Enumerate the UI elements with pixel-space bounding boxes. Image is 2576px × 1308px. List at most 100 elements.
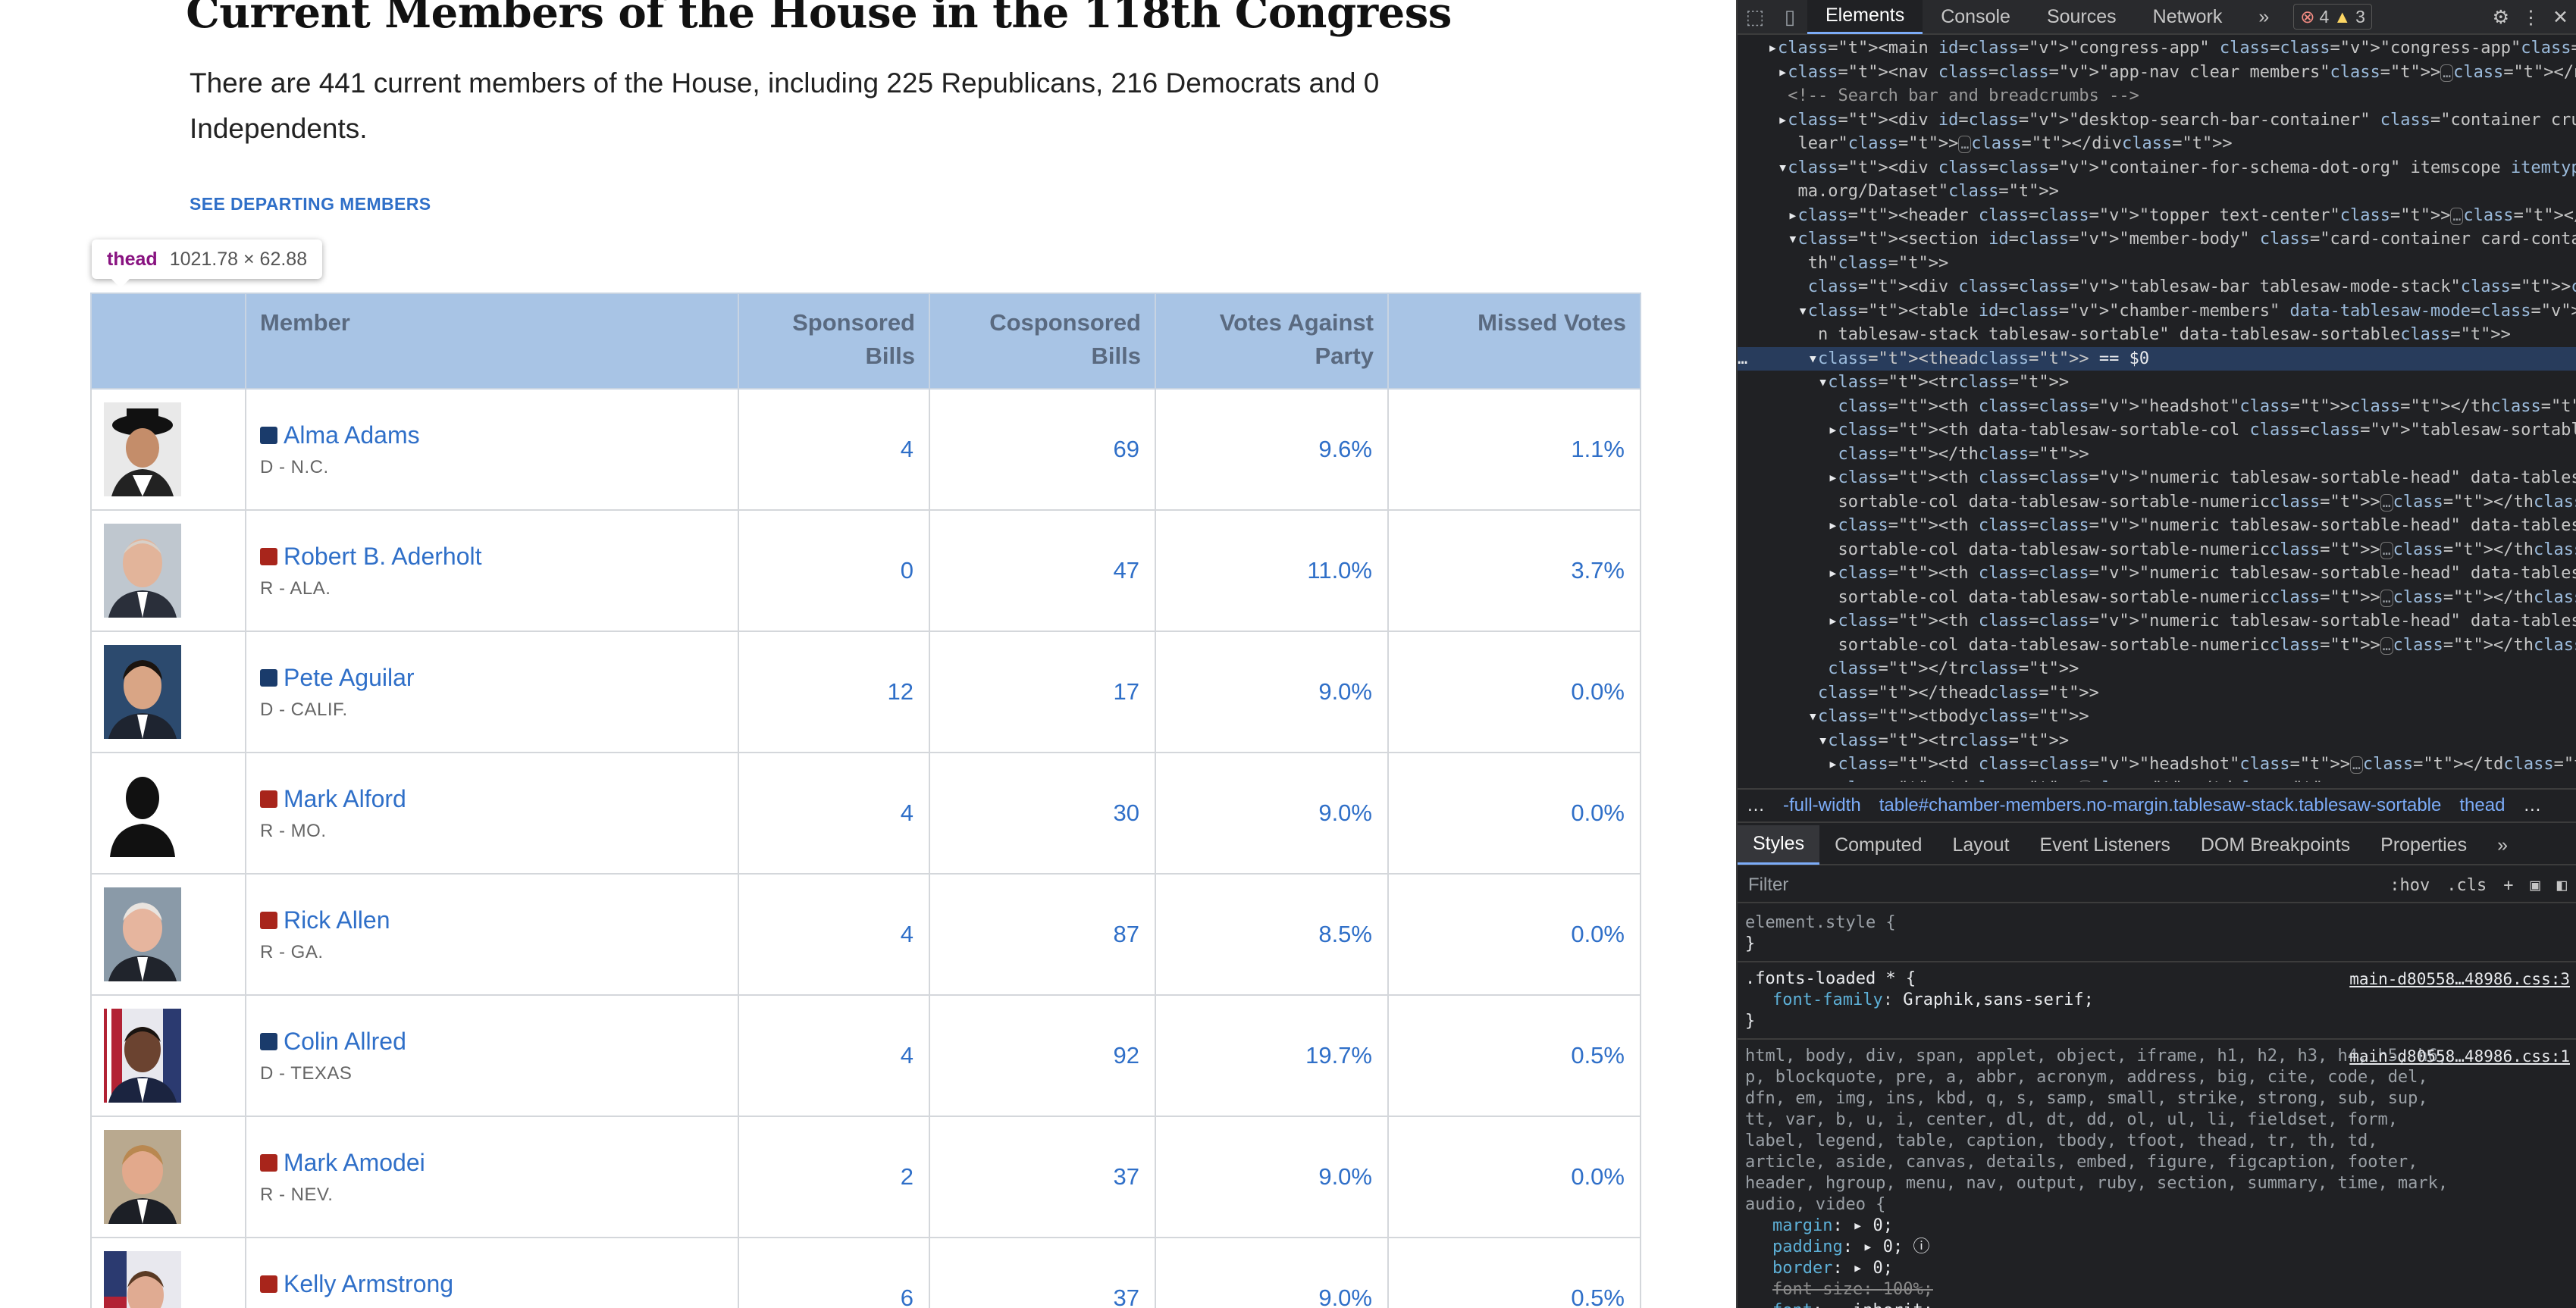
missed-votes-cell[interactable]: 0.0%	[1387, 873, 1641, 996]
votes-against-party-cell[interactable]: 9.0%	[1155, 1237, 1389, 1308]
dom-node[interactable]: ▸class="t"><th data-tablesaw-sortable-co…	[1738, 418, 2576, 443]
css-declaration[interactable]: font: ▸ inherit;	[1745, 1300, 2570, 1308]
issues-badge[interactable]: ⊗ 4 ▲ 3	[2293, 4, 2372, 30]
breadcrumb-table[interactable]: table#chamber-members.no-margin.tablesaw…	[1879, 795, 2442, 816]
votes-against-party-cell[interactable]: 11.0%	[1155, 509, 1389, 632]
sponsored-bills-cell[interactable]: 2	[738, 1116, 930, 1238]
dom-node[interactable]: class="t"></theadclass="t">>	[1738, 681, 2576, 706]
cosponsored-bills-cell[interactable]: 87	[929, 873, 1156, 996]
reset-source-link[interactable]: main-d80558…48986.css:1	[2349, 1046, 2570, 1067]
dom-node[interactable]: ▸class="t"><th class=class="v">"numeric …	[1738, 609, 2576, 634]
votes-against-party-cell[interactable]: 8.5%	[1155, 873, 1389, 996]
breadcrumb-ellipsis[interactable]: …	[1747, 795, 1765, 816]
sponsored-bills-cell[interactable]: 0	[738, 509, 930, 632]
see-departing-members-link[interactable]: SEE DEPARTING MEMBERS	[190, 194, 431, 214]
member-portrait[interactable]	[104, 1130, 181, 1224]
member-name-link[interactable]: Kelly Armstrong	[260, 1270, 738, 1298]
dom-node[interactable]: ▸class="t"><nav class=class="v">"app-nav…	[1738, 61, 2576, 85]
sponsored-bills-header[interactable]: Sponsored Bills	[738, 293, 930, 390]
cosponsored-bills-cell[interactable]: 30	[929, 752, 1156, 875]
dom-node[interactable]: sortable-col data-tablesaw-sortable-nume…	[1738, 634, 2576, 658]
member-name[interactable]: Mark Alford	[284, 785, 406, 813]
member-header[interactable]: Member	[245, 293, 739, 390]
dom-node[interactable]: class="t"></thclass="t">>	[1738, 443, 2576, 467]
tab-elements[interactable]: Elements	[1807, 0, 1923, 34]
missed-votes-cell[interactable]: 0.0%	[1387, 631, 1641, 753]
votes-against-party-cell[interactable]: 9.0%	[1155, 752, 1389, 875]
breadcrumb-thead[interactable]: thead	[2459, 795, 2505, 816]
dom-node[interactable]: sortable-col data-tablesaw-sortable-nume…	[1738, 490, 2576, 515]
reset-rule[interactable]: main-d80558…48986.css:1 html, body, div,…	[1738, 1040, 2576, 1308]
votes-against-party-cell[interactable]: 9.0%	[1155, 1116, 1389, 1238]
dom-node[interactable]: th"class="t">>	[1738, 252, 2576, 276]
new-rule-button[interactable]: +	[2503, 876, 2513, 895]
member-name-link[interactable]: Robert B. Aderholt	[260, 543, 738, 571]
paint-icon[interactable]: ▣	[2531, 876, 2540, 895]
sponsored-bills-cell[interactable]: 4	[738, 752, 930, 875]
dom-node[interactable]: n tablesaw-stack tablesaw-sortable" data…	[1738, 323, 2576, 347]
tab-sources[interactable]: Sources	[2029, 0, 2135, 34]
inspect-element-icon[interactable]: ⬚	[1738, 0, 1772, 34]
dom-node[interactable]: <!-- Search bar and breadcrumbs -->	[1738, 84, 2576, 108]
styles-filter-input[interactable]: Filter	[1738, 875, 2390, 896]
sponsored-bills-cell[interactable]: 4	[738, 388, 930, 511]
sponsored-bills-cell[interactable]: 4	[738, 873, 930, 996]
css-declaration[interactable]: margin: ▸ 0;	[1745, 1216, 2570, 1237]
breadcrumb-more[interactable]: …	[2523, 795, 2541, 816]
member-portrait[interactable]	[104, 1251, 181, 1308]
more-style-tabs-button[interactable]: »	[2482, 825, 2523, 865]
dom-node[interactable]: class="t"></trclass="t">>	[1738, 657, 2576, 681]
css-source-link[interactable]: main-d80558…48986.css:3	[2349, 968, 2570, 990]
sponsored-bills-cell[interactable]: 6	[738, 1237, 930, 1308]
member-name[interactable]: Colin Allred	[284, 1028, 406, 1056]
cosponsored-bills-cell[interactable]: 37	[929, 1237, 1156, 1308]
device-toolbar-icon[interactable]: ▯	[1772, 0, 1807, 34]
member-name[interactable]: Alma Adams	[284, 421, 420, 449]
dom-node[interactable]: ▾class="t"><section id=class="v">"member…	[1738, 227, 2576, 252]
votes-against-party-cell[interactable]: 9.6%	[1155, 388, 1389, 511]
hover-state-toggle[interactable]: :hov	[2390, 876, 2430, 895]
tab-properties[interactable]: Properties	[2365, 825, 2482, 865]
tab-network[interactable]: Network	[2135, 0, 2241, 34]
member-portrait[interactable]	[104, 766, 181, 860]
missed-votes-cell[interactable]: 0.5%	[1387, 994, 1641, 1117]
votes-against-party-cell[interactable]: 19.7%	[1155, 994, 1389, 1117]
dom-node[interactable]: ma.org/Dataset"class="t">>	[1738, 180, 2576, 204]
tab-computed[interactable]: Computed	[1819, 825, 1937, 865]
votes-against-party-cell[interactable]: 9.0%	[1155, 631, 1389, 753]
dom-node[interactable]: ▸class="t"><div id=class="v">"desktop-se…	[1738, 108, 2576, 133]
member-portrait[interactable]	[104, 524, 181, 618]
class-toggle[interactable]: .cls	[2446, 876, 2487, 895]
member-name-link[interactable]: Pete Aguilar	[260, 664, 738, 692]
member-name-link[interactable]: Mark Alford	[260, 785, 738, 813]
dom-node[interactable]: class="t"><th class=class="v">"headshot"…	[1738, 395, 2576, 419]
dom-node[interactable]: sortable-col data-tablesaw-sortable-nume…	[1738, 538, 2576, 562]
css-declaration[interactable]: padding: ▸ 0; ⓘ	[1745, 1237, 2570, 1258]
member-name-link[interactable]: Rick Allen	[260, 906, 738, 934]
member-portrait[interactable]	[104, 645, 181, 739]
tab-dom-breakpoints[interactable]: DOM Breakpoints	[2186, 825, 2365, 865]
member-name-link[interactable]: Mark Amodei	[260, 1149, 738, 1177]
member-name[interactable]: Kelly Armstrong	[284, 1270, 453, 1298]
member-portrait[interactable]	[104, 887, 181, 981]
dom-node-selected[interactable]: … ▾class="t"><theadclass="t">> == $0	[1738, 346, 2576, 371]
close-icon[interactable]: ✕	[2552, 6, 2568, 29]
element-style-rule[interactable]: element.style { }	[1738, 906, 2576, 962]
cosponsored-bills-cell[interactable]: 47	[929, 509, 1156, 632]
member-name-link[interactable]: Alma Adams	[260, 421, 738, 449]
member-name[interactable]: Pete Aguilar	[284, 664, 415, 692]
tab-layout[interactable]: Layout	[1937, 825, 2024, 865]
member-portrait[interactable]	[104, 1009, 181, 1103]
css-declaration[interactable]: border: ▸ 0;	[1745, 1258, 2570, 1279]
member-name[interactable]: Robert B. Aderholt	[284, 543, 481, 571]
missed-votes-header[interactable]: Missed Votes	[1387, 293, 1641, 390]
member-name[interactable]: Rick Allen	[284, 906, 390, 934]
tab-event-listeners[interactable]: Event Listeners	[2025, 825, 2186, 865]
more-tabs-button[interactable]: »	[2240, 0, 2287, 34]
dom-tree[interactable]: ▸class="t"><main id=class="v">"congress-…	[1738, 36, 2576, 782]
missed-votes-cell[interactable]: 1.1%	[1387, 388, 1641, 511]
votes-against-party-header[interactable]: Votes Against Party	[1155, 293, 1389, 390]
tab-console[interactable]: Console	[1923, 0, 2029, 34]
missed-votes-cell[interactable]: 0.0%	[1387, 752, 1641, 875]
dom-node[interactable]: ▸class="t"><th class=class="v">"numeric …	[1738, 562, 2576, 586]
